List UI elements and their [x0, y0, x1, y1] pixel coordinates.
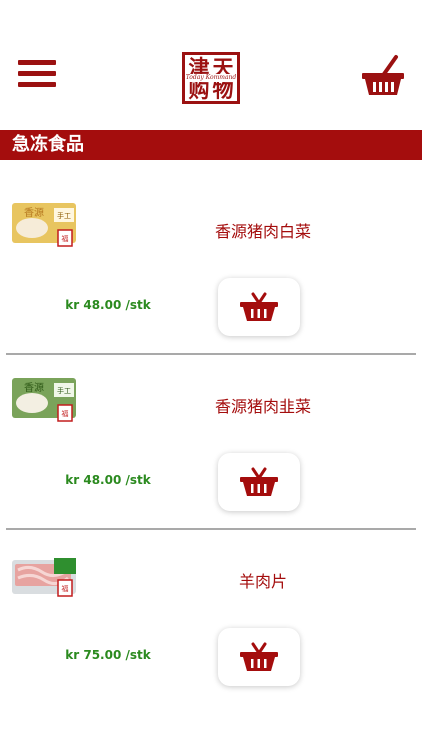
svg-text:福: 福 [62, 409, 69, 418]
basket-icon [240, 642, 278, 671]
svg-text:香源: 香源 [24, 381, 44, 394]
add-to-cart-button[interactable] [218, 628, 300, 686]
cart-button[interactable] [360, 54, 406, 98]
add-to-cart-button[interactable] [218, 453, 300, 511]
app-header: 津 天 购 物 Today Kommand [0, 0, 422, 130]
logo: 津 天 购 物 Today Kommand [182, 52, 240, 104]
add-to-cart-button[interactable] [218, 278, 300, 336]
basket-icon [362, 55, 404, 95]
product-name: 羊肉片 [238, 572, 287, 591]
svg-text:福: 福 [62, 584, 69, 593]
product-image: 手工 香源 福 [12, 203, 76, 247]
divider [6, 528, 416, 530]
svg-text:手工: 手工 [57, 211, 71, 220]
svg-text:香源: 香源 [24, 206, 44, 219]
hamburger-icon [18, 60, 56, 65]
product-image: 手工 香源 福 [12, 378, 76, 422]
product-item[interactable]: 福 羊肉片 kr 75.00 /stk [0, 540, 422, 715]
divider [6, 353, 416, 355]
product-image: 福 [12, 558, 76, 597]
menu-button[interactable] [18, 60, 56, 90]
product-name: 香源猪肉白菜 [214, 222, 311, 241]
svg-text:手工: 手工 [57, 386, 71, 395]
product-item[interactable]: 手工 香源 福 香源猪肉白菜 kr 48.00 /stk [0, 190, 422, 365]
basket-icon [240, 292, 278, 321]
product-price: kr 75.00 /stk [65, 648, 151, 662]
category-title: 急冻食品 [0, 130, 422, 160]
product-name: 香源猪肉韭菜 [214, 397, 311, 416]
product-price: kr 48.00 /stk [65, 473, 151, 487]
product-price: kr 48.00 /stk [65, 298, 151, 312]
product-item[interactable]: 手工 香源 福 香源猪肉韭菜 kr 48.00 /stk [0, 365, 422, 540]
basket-icon [240, 467, 278, 496]
svg-text:福: 福 [62, 234, 69, 243]
